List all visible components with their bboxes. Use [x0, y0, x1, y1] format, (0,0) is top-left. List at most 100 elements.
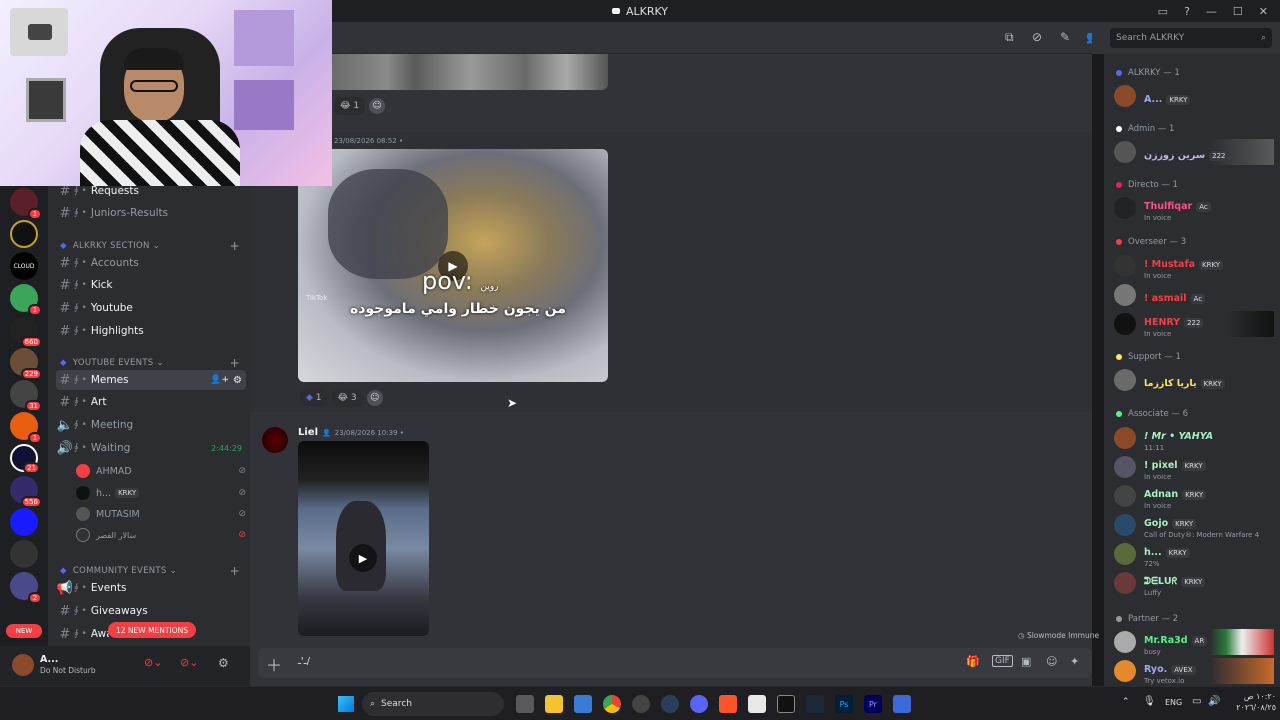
headphones-muted-icon[interactable]: ⊘⌄ [180, 656, 198, 669]
channel-youtube[interactable]: # ∮ • Youtube [56, 298, 246, 318]
help-icon[interactable]: ? [1184, 5, 1190, 18]
message-2-avatar[interactable] [262, 427, 288, 453]
photoshop-icon[interactable]: Ps [835, 695, 853, 713]
member-row[interactable]: ! Mustafa KRKY In voice [1114, 253, 1274, 280]
app-icon[interactable] [632, 695, 650, 713]
inbox-icon[interactable]: ▭ [1158, 5, 1168, 18]
voice-user[interactable]: MUTASIM ⊘ [76, 507, 246, 521]
member-row[interactable]: سرين زوززن 222 [1114, 139, 1274, 165]
server-icon[interactable]: 1 [10, 284, 42, 316]
member-row[interactable]: Ryo. AVEX Try vetox.io [1114, 658, 1274, 685]
reaction-custom[interactable]: ◆ 1 [300, 389, 328, 407]
store-icon[interactable] [574, 695, 592, 713]
channel-accounts[interactable]: # ∮ • Accounts [56, 253, 246, 273]
channel-meeting[interactable]: 🔈 ∮ • Meeting [56, 415, 246, 435]
message-composer[interactable]: ＋ ـ'ـ/ 🎁 GIF ▣ ☺ ✦ [258, 648, 1092, 678]
server-icon[interactable]: 31 [10, 380, 42, 412]
language-indicator[interactable]: ENG [1165, 698, 1182, 707]
play-button[interactable]: ▶ [349, 544, 377, 572]
channel-waiting[interactable]: 🔊 ∮ • Waiting 2:44:29 [56, 438, 246, 458]
pin-icon[interactable]: ✎ [1060, 30, 1070, 44]
voice-user[interactable]: h... KRKY ⊘ [76, 486, 246, 500]
server-icon[interactable]: 1 [10, 412, 42, 444]
file-explorer-icon[interactable] [545, 695, 563, 713]
gif-icon[interactable]: GIF [992, 655, 1013, 667]
server-icon[interactable] [10, 508, 38, 536]
category-alkrky-section[interactable]: ◆ ALKRKY SECTION ⌄ + [60, 239, 240, 253]
notification-mute-icon[interactable]: ⊘ [1032, 30, 1042, 44]
server-icon[interactable] [10, 540, 38, 568]
server-icon[interactable] [10, 220, 38, 248]
settings-gear-icon[interactable]: ⚙ [233, 375, 242, 386]
tray-chevron-icon[interactable]: ⌃ [1122, 697, 1130, 707]
channel-art[interactable]: # ∮ • Art [56, 392, 246, 412]
member-row[interactable]: Mr.Ra3d AR busy [1114, 629, 1274, 656]
member-row[interactable]: ! Mr • YAHYA 11:11 [1114, 425, 1274, 452]
previous-image-attachment[interactable] [332, 54, 608, 90]
server-icon[interactable]: 2 [10, 572, 42, 604]
server-icon[interactable]: 556 [10, 476, 42, 508]
add-reaction-icon[interactable]: ☺ [369, 98, 386, 114]
member-row[interactable]: ! pixel KRKY In voice [1114, 454, 1274, 481]
premiere-icon[interactable]: Pr [864, 695, 882, 713]
close-button[interactable]: ✕ [1259, 5, 1268, 18]
category-community-events[interactable]: ◆ COMMUNITY EVENTS ⌄ + [60, 564, 240, 578]
new-mentions-banner[interactable]: 12 NEW MENTIONS [108, 622, 196, 638]
network-icon[interactable]: ▭ [1192, 696, 1201, 707]
maximize-button[interactable]: ☐ [1233, 5, 1243, 18]
task-view-icon[interactable] [516, 695, 534, 713]
voice-user[interactable]: سالار الفصر ⊘ [76, 528, 246, 542]
member-row[interactable]: ᕲᗴᒪᑌᖇ KRKY Luffy [1114, 570, 1274, 597]
message-author[interactable]: Liel [298, 427, 318, 438]
server-icon[interactable]: CLOUD [10, 252, 38, 280]
member-row[interactable]: HENRY 222 In voice [1114, 311, 1274, 338]
member-row[interactable]: Thulfiqar Ac In voice [1114, 195, 1274, 222]
mic-muted-icon[interactable]: ⊘⌄ [144, 656, 162, 669]
add-reaction-icon[interactable]: ☺ [366, 390, 383, 406]
minimize-button[interactable]: — [1206, 5, 1217, 18]
member-row[interactable]: A... KRKY [1114, 83, 1274, 109]
channel-giveaways[interactable]: # ∮ • Giveaways [56, 601, 246, 621]
server-icon[interactable]: 1 [10, 188, 42, 220]
taskbar-search[interactable]: ⌕ Search [362, 692, 504, 716]
search-input[interactable]: Search ALKRKY ⌕ [1110, 28, 1272, 48]
member-row[interactable]: Adnan KRKY In voice [1114, 483, 1274, 510]
add-channel-icon[interactable]: + [230, 356, 240, 370]
reaction-laugh[interactable]: 😂 1 [334, 97, 366, 115]
channel-juniors-results[interactable]: # ∮ • Juniors-Results [56, 203, 246, 223]
channel-memes[interactable]: # ∮ • Memes 👤+ ⚙ [56, 370, 246, 390]
member-row[interactable]: h... KRKY 72% [1114, 541, 1274, 568]
video-attachment[interactable]: TikTok ▶ pov: روين من يجون خطار وامي مام… [298, 149, 608, 382]
user-avatar[interactable] [12, 654, 34, 676]
emoji-icon[interactable]: ☺ [1046, 655, 1057, 668]
member-row[interactable]: ياريا كاززما KRKY [1114, 367, 1274, 393]
app-icon[interactable] [748, 695, 766, 713]
apps-icon[interactable]: ✦ [1070, 655, 1079, 668]
chrome-icon[interactable] [603, 695, 621, 713]
new-servers-badge[interactable]: NEW [6, 624, 42, 638]
steam-icon[interactable] [806, 695, 824, 713]
server-icon[interactable]: 21 [10, 444, 40, 474]
gift-icon[interactable]: 🎁 [966, 655, 980, 668]
capcut-icon[interactable] [777, 695, 795, 713]
reaction-laugh[interactable]: 😂 3 [331, 389, 363, 407]
member-row[interactable]: Gojo KRKY Call of Duty®: Modern Warfare 4 [1114, 512, 1274, 539]
steam-small-icon[interactable] [661, 695, 679, 713]
invite-icon[interactable]: 👤+ [210, 375, 229, 385]
volume-icon[interactable]: 🔊 [1208, 696, 1220, 707]
channel-events[interactable]: 📢 ∮ • Events [56, 578, 246, 598]
video-attachment-2[interactable]: ▶ [298, 441, 429, 636]
clock[interactable]: ١٠:٢٠ ص ٢٠٢٦/٠٨/٢٥ [1226, 691, 1276, 713]
channel-kick[interactable]: # ∮ • Kick [56, 275, 246, 295]
windows-start-icon[interactable] [338, 696, 354, 712]
add-channel-icon[interactable]: + [230, 564, 240, 578]
add-channel-icon[interactable]: + [230, 239, 240, 253]
brave-icon[interactable] [719, 695, 737, 713]
server-icon[interactable]: 660 [10, 316, 42, 348]
attach-plus-icon[interactable]: ＋ [266, 652, 282, 676]
app-icon[interactable] [893, 695, 911, 713]
voice-user[interactable]: AHMAD ⊘ [76, 464, 246, 478]
user-settings-icon[interactable]: ⚙ [218, 656, 229, 670]
threads-icon[interactable]: ⧉ [1005, 30, 1014, 45]
category-youtube-events[interactable]: ◆ YOUTUBE EVENTS ⌄ + [60, 356, 240, 370]
